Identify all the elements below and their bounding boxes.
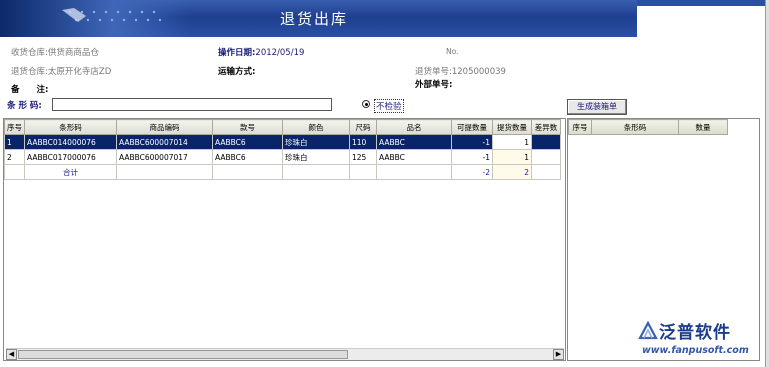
scroll-thumb[interactable]	[18, 350, 348, 359]
scroll-right-icon[interactable]: ▶	[553, 349, 564, 360]
cell-style-no: AABBC6	[212, 149, 283, 165]
cell-size: 110	[349, 134, 377, 150]
cell-color: 珍珠白	[282, 134, 350, 150]
col-product-code[interactable]: 商品编码	[116, 119, 213, 135]
cell-product-code: AABBC600007017	[116, 149, 213, 165]
no-check-radio-dot	[364, 102, 368, 106]
horizontal-scrollbar[interactable]: ◀ ▶	[6, 348, 564, 360]
operate-date-label: 操作日期:	[218, 48, 256, 58]
col-side-seq[interactable]: 序号	[568, 119, 592, 135]
operate-date-value: 2012/05/19	[255, 48, 305, 58]
external-no-label: 外部单号:	[415, 80, 453, 90]
cell-barcode: AABBC014000076	[24, 134, 117, 150]
col-side-barcode[interactable]: 条形码	[591, 119, 679, 135]
cell-product-name: AABBC	[376, 134, 452, 150]
return-no: 退货单号:1205000039	[415, 67, 506, 77]
packing-table: 序号 条形码 数量	[568, 119, 728, 135]
cell-style-no: AABBC6	[212, 134, 283, 150]
cell-empty	[4, 164, 25, 180]
operate-date: 操作日期:2012/05/19	[218, 46, 304, 58]
cell-product-name: AABBC	[376, 149, 452, 165]
table-row[interactable]: 1 AABBC014000076 AABBC600007014 AABBC6 珍…	[4, 134, 561, 150]
transport-label: 运输方式:	[218, 67, 256, 77]
cell-empty	[531, 164, 561, 180]
detail-grid[interactable]: 序号 条形码 商品编码 款号 颜色 尺码 品名 可提数量 提货数量 差异数 1 …	[3, 118, 566, 361]
generate-packing-list-button[interactable]: 生成装箱单	[567, 99, 627, 115]
cell-pick-qty[interactable]: 1	[492, 149, 532, 165]
col-available-qty[interactable]: 可提数量	[451, 119, 493, 135]
col-size[interactable]: 尺码	[349, 119, 377, 135]
cell-available-qty: -1	[451, 134, 493, 150]
cell-available-qty: -1	[451, 149, 493, 165]
fanpu-logo-icon	[638, 320, 658, 340]
cell-empty	[376, 164, 452, 180]
total-available-qty: -2	[451, 164, 493, 180]
logo-url: www.fanpusoft.com	[642, 345, 749, 356]
detail-header-row: 序号 条形码 商品编码 款号 颜色 尺码 品名 可提数量 提货数量 差异数	[4, 119, 561, 135]
cell-color: 珍珠白	[282, 149, 350, 165]
cell-empty	[282, 164, 350, 180]
barcode-label: 条 形 码:	[7, 101, 42, 111]
cell-pick-qty[interactable]: 1	[492, 134, 532, 150]
detail-table: 序号 条形码 商品编码 款号 颜色 尺码 品名 可提数量 提货数量 差异数 1 …	[4, 119, 561, 180]
remark-label: 备 注:	[11, 85, 49, 95]
cell-empty	[116, 164, 213, 180]
banner-dots-decoration	[62, 8, 162, 22]
cell-empty	[212, 164, 283, 180]
window-right-edge	[765, 0, 769, 367]
cell-product-code: AABBC600007014	[116, 134, 213, 150]
col-side-qty[interactable]: 数量	[678, 119, 728, 135]
total-row: 合计 -2 2	[4, 164, 561, 180]
col-pick-qty[interactable]: 提货数量	[492, 119, 532, 135]
cell-seq: 1	[4, 134, 25, 150]
col-barcode[interactable]: 条形码	[24, 119, 117, 135]
col-color[interactable]: 颜色	[282, 119, 350, 135]
banner-strip	[637, 0, 769, 6]
page-title: 退货出库	[280, 10, 349, 28]
no-label: No.	[446, 47, 459, 56]
total-pick-qty: 2	[492, 164, 532, 180]
cell-size: 125	[349, 149, 377, 165]
col-style-no[interactable]: 款号	[212, 119, 283, 135]
table-row[interactable]: 2 AABBC017000076 AABBC600007017 AABBC6 珍…	[4, 149, 561, 165]
logo-name: 泛普软件	[659, 323, 731, 343]
return-warehouse: 退货仓库:太原开化寺店ZD	[11, 67, 112, 77]
cell-diff	[531, 149, 561, 165]
cell-empty	[349, 164, 377, 180]
scroll-left-icon[interactable]: ◀	[6, 349, 17, 360]
total-label: 合计	[24, 164, 117, 180]
cell-diff	[531, 134, 561, 150]
col-seq[interactable]: 序号	[4, 119, 25, 135]
barcode-input[interactable]	[52, 98, 332, 111]
packing-header-row: 序号 条形码 数量	[568, 119, 728, 135]
cell-barcode: AABBC017000076	[24, 149, 117, 165]
no-check-label[interactable]: 不检验	[374, 99, 404, 113]
receive-warehouse: 收货仓库:供货商商品仓	[11, 48, 99, 58]
col-product-name[interactable]: 品名	[376, 119, 452, 135]
cell-seq: 2	[4, 149, 25, 165]
col-diff[interactable]: 差异数	[531, 119, 561, 135]
